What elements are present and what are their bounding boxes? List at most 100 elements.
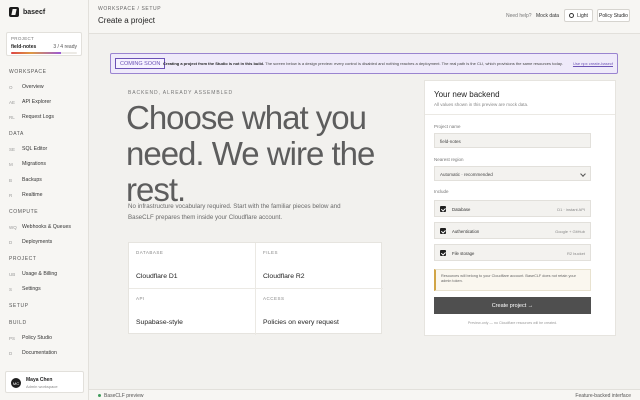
stack-cell-files: FILES Cloudflare R2 <box>256 243 383 289</box>
nav-icon: D <box>9 239 13 245</box>
sidebar: basecf PROJECT field-notes 3 / 4 ready W… <box>0 0 89 400</box>
checkbox-checked-icon[interactable] <box>440 228 446 234</box>
project-progress-fill <box>11 52 61 54</box>
sidebar-item-sql-editor[interactable]: SE SQL Editor <box>9 146 47 152</box>
sidebar-item-overview[interactable]: O Overview <box>9 84 44 90</box>
status-dot-icon <box>98 394 101 397</box>
nav-icon: S <box>9 286 13 292</box>
nav-icon: SE <box>9 146 16 152</box>
policy-studio-button[interactable]: Policy Studio <box>597 9 630 22</box>
project-name: field-notes <box>11 44 37 50</box>
eyebrow: BACKEND, ALREADY ASSEMBLED <box>128 90 234 96</box>
user-role: Admin workspace <box>26 384 58 389</box>
nav-icon: B <box>9 177 13 183</box>
user-card[interactable]: MC Maya Chen Admin workspace <box>5 371 84 393</box>
sidebar-item-request-logs[interactable]: RL Request Logs <box>9 114 54 120</box>
mock-data-label: Mock data <box>536 13 560 19</box>
coming-soon-badge: COMING SOON <box>115 58 166 69</box>
nav-icon: M <box>9 161 13 167</box>
nav-icon: UB <box>9 271 16 277</box>
avatar: MC <box>11 378 21 388</box>
sidebar-item-label: Webhooks & Queues <box>22 224 71 230</box>
sidebar-item-label: Documentation <box>22 350 57 356</box>
brand-logo-icon <box>9 7 19 17</box>
project-name-label: Project name <box>434 124 461 129</box>
stack-label: DATABASE <box>136 250 164 255</box>
stack-label: ACCESS <box>263 296 285 301</box>
hero-line: Choose what you <box>126 99 367 136</box>
stack-value: Policies on every request <box>263 319 339 326</box>
panel-title: Your new backend <box>434 90 500 99</box>
header: WORKSPACE / SETUP Create a project Need … <box>89 0 640 34</box>
footer-preview-label: BaseCLF preview <box>104 392 144 399</box>
include-file-storage-row[interactable]: File storage R2 bucket <box>434 244 591 261</box>
stack-value: Cloudflare R2 <box>263 273 305 280</box>
create-project-button[interactable]: Create project → <box>434 297 591 314</box>
region-label: Nearest region <box>434 157 464 162</box>
stack-cell-access: ACCESS Policies on every request <box>256 289 383 335</box>
sidebar-item-label: Realtime <box>22 192 43 198</box>
stack-cell-database: DATABASE Cloudflare D1 <box>129 243 256 289</box>
stack-label: API <box>136 296 145 301</box>
stack-value: Cloudflare D1 <box>136 273 178 280</box>
sidebar-item-label: SQL Editor <box>22 146 48 152</box>
footer: BaseCLF preview Feature-backed interface <box>89 389 640 400</box>
nav-section-compute: COMPUTE <box>9 209 39 215</box>
divider <box>425 114 615 115</box>
nav-icon: AE <box>9 99 16 105</box>
sidebar-item-webhooks-queues[interactable]: WQ Webhooks & Queues <box>9 224 71 230</box>
project-card[interactable]: PROJECT field-notes 3 / 4 ready <box>6 32 82 56</box>
include-name: Authentication <box>452 229 480 234</box>
include-database-row[interactable]: Database D1 · instant API <box>434 200 591 217</box>
help-link[interactable]: Need help? <box>506 13 532 19</box>
nav-section-workspace: WORKSPACE <box>9 69 47 75</box>
nav-icon: WQ <box>9 224 17 230</box>
nav-section-data: DATA <box>9 131 24 137</box>
nav-icon: R <box>9 192 13 198</box>
sidebar-item-label: Policy Studio <box>22 335 52 341</box>
banner-body: The screen below is a design preview: ev… <box>264 61 563 66</box>
sidebar-item-label: Deployments <box>22 239 53 245</box>
checkbox-checked-icon[interactable] <box>440 206 446 212</box>
nav-icon: O <box>9 84 13 90</box>
stack-grid: DATABASE Cloudflare D1 FILES Cloudflare … <box>128 242 383 335</box>
hero-description: No infrastructure vocabulary required. S… <box>128 203 341 221</box>
sidebar-item-api-explorer[interactable]: AE API Explorer <box>9 99 51 105</box>
project-name-input[interactable]: field-notes <box>434 133 591 148</box>
cli-link[interactable]: Use npx create-basecf <box>573 61 613 66</box>
include-value: Google + GitHub <box>555 229 585 234</box>
sidebar-item-label: Backups <box>22 177 42 183</box>
stack-cell-api: API Supabase-style <box>129 289 256 335</box>
include-authentication-row[interactable]: Authentication Google + GitHub <box>434 222 591 239</box>
sidebar-item-label: Overview <box>22 84 44 90</box>
sidebar-item-policy-studio[interactable]: PS Policy Studio <box>9 335 52 341</box>
sidebar-item-documentation[interactable]: D Documentation <box>9 350 57 356</box>
hero-line: need. We wire the <box>126 135 375 172</box>
nav-icon: RL <box>9 114 15 120</box>
sidebar-item-realtime[interactable]: R Realtime <box>9 192 42 198</box>
sidebar-item-label: Settings <box>22 286 41 292</box>
sidebar-item-migrations[interactable]: M Migrations <box>9 161 46 167</box>
sidebar-item-settings[interactable]: S Settings <box>9 286 41 292</box>
theme-toggle-button[interactable]: Light <box>564 9 593 22</box>
sidebar-item-label: Usage & Billing <box>22 271 58 277</box>
checkbox-checked-icon[interactable] <box>440 250 446 256</box>
project-progress-bar <box>11 52 77 54</box>
brand-name: basecf <box>23 8 46 16</box>
preview-fine-print: Preview-only — no Cloudflare resources w… <box>467 321 558 325</box>
include-value: D1 · instant API <box>557 207 585 212</box>
sidebar-item-label: Request Logs <box>22 114 55 120</box>
sidebar-item-backups[interactable]: B Backups <box>9 177 42 183</box>
sidebar-item-deployments[interactable]: D Deployments <box>9 239 52 245</box>
project-label: PROJECT <box>11 36 35 41</box>
nav-icon: D <box>9 350 13 356</box>
sidebar-item-usage-billing[interactable]: UB Usage & Billing <box>9 271 57 277</box>
include-label: Include <box>434 189 449 194</box>
include-name: Database <box>452 207 471 212</box>
region-select[interactable]: Automatic · recommended <box>434 166 591 181</box>
project-ready-count: 3 / 4 ready <box>53 44 77 50</box>
sun-icon <box>569 13 575 18</box>
brand[interactable]: basecf <box>9 7 45 17</box>
nav-section-setup[interactable]: SETUP <box>9 303 29 309</box>
stack-value: Supabase-style <box>136 319 183 326</box>
